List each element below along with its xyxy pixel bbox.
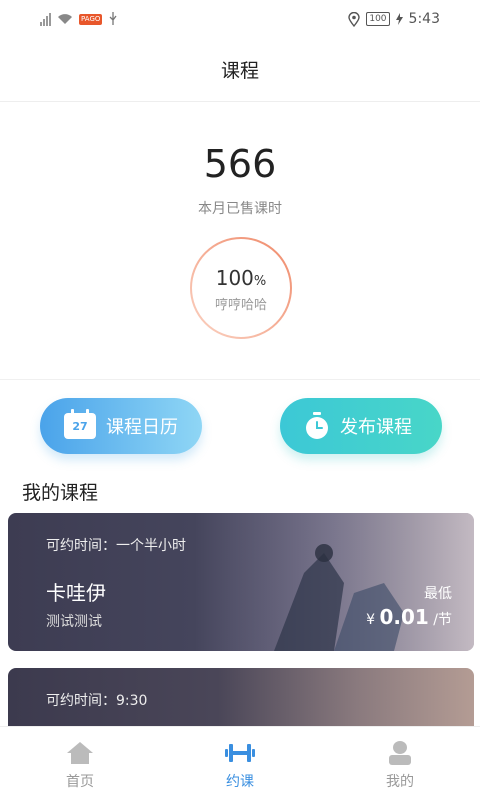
publish-course-button[interactable]: 发布课程 (280, 398, 442, 454)
app-badge: PAGO (79, 13, 103, 25)
usb-icon (109, 12, 117, 25)
my-courses-title: 我的课程 (22, 482, 99, 504)
progress-percent-value: 100 (215, 266, 254, 290)
battery-level: 100 (366, 12, 390, 26)
clock: 5:43 (408, 11, 440, 27)
tab-home-label: 首页 (66, 774, 94, 790)
sales-stats: 566 本月已售课时 100% 哼哼哈哈 (0, 102, 480, 380)
tab-profile[interactable]: 我的 (320, 727, 480, 800)
course-available-time: 可约时间：9:30 (46, 693, 148, 709)
home-icon (67, 742, 93, 764)
price-currency: ¥ (366, 612, 376, 628)
status-bar: PAGO 100 5:43 (0, 0, 480, 38)
signal-icon (40, 12, 51, 26)
course-calendar-label: 课程日历 (106, 417, 178, 438)
course-price: ¥ 0.01 /节 (366, 605, 452, 629)
status-left: PAGO (40, 12, 118, 26)
progress-percent: 100% (189, 266, 293, 290)
stopwatch-icon (306, 412, 328, 439)
progress-ring-label: 哼哼哈哈 (214, 298, 267, 313)
calendar-day: 27 (72, 419, 88, 433)
location-icon (348, 11, 361, 27)
tab-book-course-label: 约课 (226, 774, 254, 790)
charging-icon (395, 13, 403, 25)
tab-profile-label: 我的 (386, 774, 414, 790)
calendar-icon: 27 (64, 409, 96, 439)
price-value: 0.01 (379, 605, 429, 629)
course-description: 测试测试 (46, 614, 102, 630)
progress-ring-text: 100% 哼哼哈哈 (189, 266, 293, 313)
publish-course-label: 发布课程 (340, 417, 412, 438)
tab-bar: 首页 约课 我的 (0, 726, 480, 800)
action-buttons: 27 课程日历 发布课程 (0, 398, 480, 456)
tab-home[interactable]: 首页 (0, 727, 160, 800)
page-title: 课程 (220, 60, 259, 82)
progress-percent-unit: % (253, 274, 267, 289)
course-calendar-button[interactable]: 27 课程日历 (40, 398, 202, 454)
dumbbell-icon (225, 744, 255, 762)
status-right: 100 5:43 (348, 11, 440, 27)
course-name: 卡哇伊 (46, 581, 106, 605)
wifi-icon (58, 14, 72, 24)
course-available-time: 可约时间：一个半小时 (46, 538, 186, 554)
tab-book-course[interactable]: 约课 (160, 727, 320, 800)
sold-hours-label: 本月已售课时 (198, 201, 282, 217)
course-card[interactable]: 可约时间：一个半小时 卡哇伊 测试测试 最低 ¥ 0.01 /节 (8, 513, 474, 651)
price-unit: /节 (433, 612, 452, 628)
user-icon (389, 741, 411, 765)
navigation-bar: 课程 (0, 38, 480, 102)
price-min-label: 最低 (424, 586, 452, 602)
course-cover-art (234, 513, 474, 651)
progress-ring: 100% 哼哼哈哈 (189, 236, 293, 340)
sold-hours-count: 566 (203, 142, 277, 186)
